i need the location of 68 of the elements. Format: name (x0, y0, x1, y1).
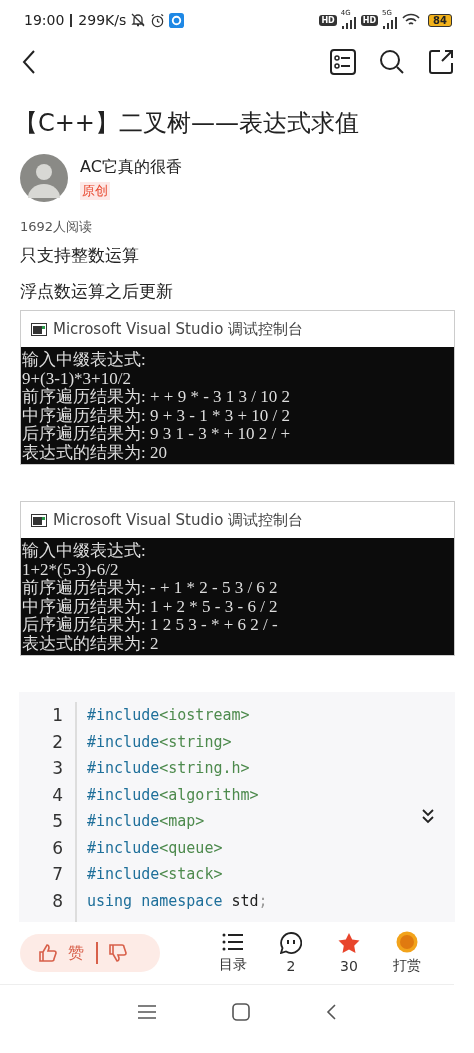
signal-icon (340, 17, 357, 29)
line-number: 2 (51, 730, 63, 754)
console-app-icon (31, 513, 47, 527)
code-line: #include<string> (87, 731, 233, 753)
original-tag: 原创 (80, 181, 110, 200)
comment-button[interactable]: 2 (262, 932, 320, 974)
battery-level: 84 (428, 13, 452, 27)
search-icon[interactable] (379, 49, 405, 75)
muted-bell-icon (130, 12, 147, 28)
paragraph: 浮点数运算之后更新 (20, 280, 174, 303)
code-line: #include<map> (87, 811, 206, 832)
network-speed: 299K/s (78, 12, 127, 28)
line-number: 8 (51, 889, 63, 913)
star-icon (337, 932, 361, 954)
code-line: using namespace std; (87, 890, 268, 912)
console-title: Microsoft Visual Studio 调试控制台 (53, 319, 304, 339)
back-icon[interactable] (22, 49, 36, 75)
line-number: 7 (51, 863, 63, 886)
alarm-clock-icon (150, 12, 166, 28)
console-title: Microsoft Visual Studio 调试控制台 (53, 510, 304, 530)
hd-badge: HD (319, 14, 337, 26)
line-number: 3 (51, 757, 63, 780)
read-count: 1692人阅读 (20, 218, 94, 236)
signal-icon (382, 17, 399, 29)
clock-time: 19:00 (24, 12, 65, 28)
console-line: 9+(3-1)*3+10/2 (22, 369, 132, 388)
console-line: 中序遍历结果为: 1 + 2 * 5 - 3 - 6 / 2 (22, 597, 279, 616)
thumbs-up-icon (38, 943, 58, 963)
code-line: #include<algorithm> (87, 784, 260, 806)
console-line: 表达式的结果为: 2 (22, 634, 160, 653)
reward-button[interactable]: 打赏 (378, 931, 436, 975)
console-line: 表达式的结果为: 20 (22, 443, 168, 462)
line-number: 5 (51, 810, 63, 833)
article-title: 【C++】二叉树——表达式求值 (14, 108, 360, 139)
author-name[interactable]: AC它真的很香 (80, 156, 182, 178)
paragraph: 只支持整数运算 (20, 244, 140, 267)
console-line: 输入中缀表达式: (22, 351, 147, 370)
app-notification-icon (169, 12, 185, 28)
expand-icon[interactable] (421, 808, 435, 824)
console-line: 前序遍历结果为: + + 9 * - 3 1 3 / 10 2 (22, 388, 292, 406)
code-line: #include<string.h> (87, 758, 251, 779)
code-line: #include<stack> (87, 864, 224, 885)
back-icon[interactable] (326, 1004, 336, 1020)
favorite-button[interactable]: 30 (320, 932, 378, 974)
share-icon[interactable] (428, 49, 454, 75)
console-line: 输入中缀表达式: (22, 542, 147, 561)
menu-icon[interactable] (138, 1005, 156, 1019)
console-line: 中序遍历结果为: 9 + 3 - 1 * 3 + 10 / 2 (22, 406, 292, 425)
toc-button[interactable]: 目录 (204, 932, 262, 974)
code-line: #include<queue> (87, 837, 224, 859)
hd-badge: HD (360, 14, 379, 26)
console-line: 1+2*(5-3)-6/2 (22, 560, 120, 579)
thumbs-down-icon (108, 943, 128, 963)
line-number: 6 (51, 836, 63, 860)
console-line: 后序遍历结果为: 1 2 5 3 - * + 6 2 / - (22, 616, 279, 635)
list-icon[interactable] (330, 49, 356, 75)
line-number: 4 (51, 783, 63, 807)
console-app-icon (31, 322, 47, 336)
console-line: 前序遍历结果为: - + 1 * 2 - 5 3 / 6 2 (22, 579, 279, 597)
wifi-icon (402, 13, 421, 27)
comment-icon (280, 932, 302, 954)
console-line: 后序遍历结果为: 9 3 1 - 3 * + 10 2 / + (22, 425, 292, 444)
code-line: #include<iostream> (87, 705, 251, 726)
line-number: 1 (51, 704, 63, 727)
list-icon (222, 932, 244, 952)
coin-icon (396, 931, 418, 953)
home-icon[interactable] (232, 1003, 250, 1021)
avatar[interactable] (20, 154, 68, 202)
